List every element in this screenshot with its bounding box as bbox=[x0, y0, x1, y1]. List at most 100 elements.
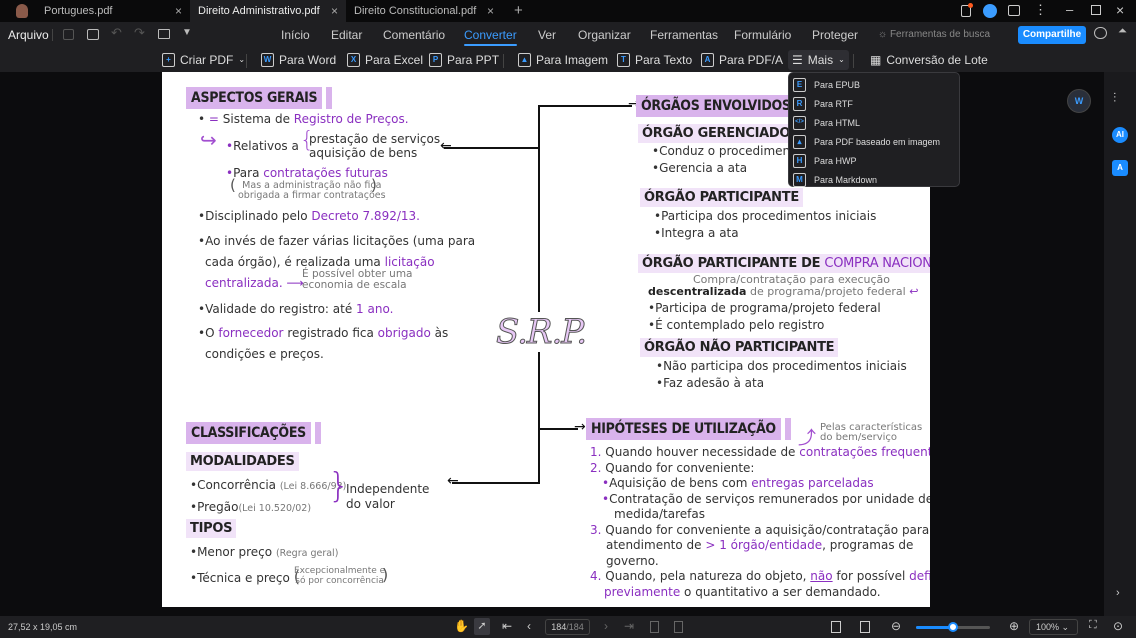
menu-proteger[interactable]: Proteger bbox=[812, 22, 858, 48]
previous-page-button[interactable]: ‹ bbox=[527, 619, 531, 633]
last-page-button[interactable]: ⇥ bbox=[624, 619, 634, 633]
share-button[interactable]: Compartilhe bbox=[1018, 26, 1086, 44]
create-pdf-icon: + bbox=[162, 53, 175, 67]
hand-tool-icon[interactable]: ✋ bbox=[454, 619, 469, 633]
menu-editar[interactable]: Editar bbox=[331, 22, 362, 48]
more-view-icon[interactable]: ⊙ bbox=[1113, 619, 1123, 633]
zoom-slider[interactable] bbox=[916, 622, 990, 632]
new-tab-button[interactable]: + bbox=[514, 2, 523, 19]
to-text-button[interactable]: T Para Texto bbox=[617, 50, 692, 70]
to-pdfa-button[interactable]: A Para PDF/A bbox=[701, 50, 783, 70]
markdown-icon: M bbox=[793, 172, 806, 187]
notification-icon[interactable] bbox=[961, 3, 973, 17]
zoom-slider-handle[interactable] bbox=[948, 622, 958, 632]
menu-organizar[interactable]: Organizar bbox=[578, 22, 631, 48]
zoom-in-button[interactable]: ⊕ bbox=[1009, 619, 1019, 633]
customize-toolbar-icon[interactable]: ▼ bbox=[182, 27, 192, 38]
properties-icon[interactable]: ⫶ bbox=[1113, 90, 1116, 106]
to-image-button[interactable]: ▲ Para Imagem bbox=[518, 50, 608, 70]
pdfa-icon: A bbox=[701, 53, 714, 67]
batch-conversion-button[interactable]: ▦ Conversão de Lote bbox=[870, 50, 988, 70]
excel-icon: X bbox=[347, 53, 360, 67]
select-tool-icon[interactable]: ➚ bbox=[474, 618, 490, 635]
expand-panel-icon[interactable]: › bbox=[1116, 587, 1120, 599]
lightbulb-icon: ☼ bbox=[878, 29, 890, 40]
page-number-input[interactable]: 184/184 bbox=[545, 619, 590, 635]
zoom-out-button[interactable]: ⊖ bbox=[891, 619, 901, 633]
search-tools[interactable]: ☼ Ferramentas de busca bbox=[878, 22, 990, 48]
to-excel-button[interactable]: X Para Excel bbox=[347, 50, 423, 70]
restore-button[interactable] bbox=[1091, 5, 1101, 15]
menu-arquivo[interactable]: Arquivo bbox=[8, 22, 49, 48]
curved-arrow-icon: ↪ bbox=[200, 128, 217, 152]
tab-direito-administrativo[interactable]: Direito Administrativo.pdf × bbox=[190, 0, 346, 22]
to-word-button[interactable]: W Para Word bbox=[261, 50, 336, 70]
menu-inicio[interactable]: Início bbox=[281, 22, 310, 48]
to-pdfa-label: Para PDF/A bbox=[719, 53, 784, 67]
menu-item-rtf[interactable]: R Para RTF bbox=[789, 94, 959, 113]
save-icon[interactable] bbox=[63, 29, 74, 40]
arrow-right-icon: → bbox=[574, 419, 586, 435]
heading-aspectos-gerais: ASPECTOS GERAIS bbox=[186, 87, 333, 109]
undo-icon[interactable]: ↶ bbox=[111, 25, 122, 41]
translate-icon[interactable]: A bbox=[1112, 160, 1128, 176]
floating-convert-word-button[interactable]: W bbox=[1067, 89, 1091, 113]
create-pdf-button[interactable]: + Criar PDF ⌄ bbox=[162, 50, 245, 70]
ai-assistant-icon[interactable]: AI bbox=[1112, 127, 1128, 143]
menu-ver[interactable]: Ver bbox=[538, 22, 556, 48]
rtf-icon: R bbox=[793, 96, 806, 111]
close-tab-icon[interactable]: × bbox=[487, 0, 494, 22]
first-page-button[interactable]: ⇤ bbox=[502, 619, 512, 633]
email-icon[interactable] bbox=[158, 29, 170, 39]
print-icon[interactable] bbox=[87, 29, 99, 40]
page-layout-icon[interactable] bbox=[860, 621, 870, 633]
menu-item-markdown[interactable]: M Para Markdown bbox=[789, 170, 959, 189]
cloud-upload-icon[interactable] bbox=[1094, 27, 1107, 39]
close-tab-icon[interactable]: × bbox=[175, 0, 182, 22]
menu-item-html[interactable]: </> Para HTML bbox=[789, 113, 959, 132]
divider bbox=[853, 54, 854, 68]
heading-text: CLASSIFICAÇÕES bbox=[191, 425, 306, 441]
menu-item-hwp[interactable]: H Para HWP bbox=[789, 151, 959, 170]
more-options-icon[interactable]: ⋮ bbox=[1034, 2, 1047, 18]
menu-comentario[interactable]: Comentário bbox=[383, 22, 445, 48]
menu-ferramentas[interactable]: Ferramentas bbox=[650, 22, 718, 48]
current-page: 184 bbox=[551, 622, 567, 632]
close-window-button[interactable]: × bbox=[1116, 2, 1124, 18]
more-dropdown-menu: E Para EPUB R Para RTF </> Para HTML ▴ Para … bbox=[788, 72, 960, 187]
menu-formulario[interactable]: Formulário bbox=[734, 22, 791, 48]
minimize-button[interactable]: – bbox=[1066, 2, 1073, 17]
create-pdf-label: Criar PDF bbox=[180, 53, 234, 67]
menu-converter[interactable]: Converter bbox=[464, 22, 517, 48]
rotate-left-icon[interactable] bbox=[650, 621, 659, 633]
menu-item-image-pdf[interactable]: ▴ Para PDF baseado em imagem bbox=[789, 132, 959, 151]
right-sidebar: ⫶ AI A › bbox=[1104, 72, 1136, 616]
user-avatar[interactable] bbox=[983, 4, 997, 18]
to-ppt-button[interactable]: P Para PPT bbox=[429, 50, 499, 70]
menu-item-label: Para PDF baseado em imagem bbox=[814, 136, 941, 147]
tab-portugues[interactable]: Portugues.pdf × bbox=[36, 0, 190, 22]
menu-item-label: Para HTML bbox=[814, 117, 861, 128]
menu-item-epub[interactable]: E Para EPUB bbox=[789, 75, 959, 94]
collapse-ribbon-icon[interactable]: ⏶ bbox=[1118, 25, 1127, 38]
tab-label: Portugues.pdf bbox=[44, 5, 113, 17]
fullscreen-icon[interactable]: ⛶ bbox=[1089, 619, 1097, 632]
next-page-button[interactable]: › bbox=[604, 619, 608, 633]
bullet-fornecedor: •O fornecedor registrado fica obrigado à… bbox=[198, 326, 449, 361]
close-tab-icon[interactable]: × bbox=[331, 0, 338, 22]
redo-icon[interactable]: ↷ bbox=[134, 25, 145, 41]
feedback-icon[interactable] bbox=[1008, 5, 1020, 16]
connector-line bbox=[538, 428, 578, 430]
connector-line bbox=[538, 105, 540, 483]
to-ppt-label: Para PPT bbox=[447, 53, 500, 67]
heading-hipoteses: HIPÓTESES DE UTILIZAÇÃO bbox=[586, 418, 791, 440]
more-button[interactable]: ☰ Mais ⌄ bbox=[788, 50, 849, 70]
zoom-level-select[interactable]: 100% ⌄ bbox=[1029, 619, 1078, 635]
to-image-label: Para Imagem bbox=[536, 53, 609, 67]
menu-item-label: Para HWP bbox=[814, 155, 857, 166]
view-mode-icon[interactable] bbox=[831, 621, 841, 633]
tab-direito-constitucional[interactable]: Direito Constitucional.pdf × bbox=[346, 0, 502, 22]
to-excel-label: Para Excel bbox=[365, 53, 424, 67]
rotate-right-icon[interactable] bbox=[674, 621, 683, 633]
arrow-left-icon: ← bbox=[440, 138, 452, 154]
